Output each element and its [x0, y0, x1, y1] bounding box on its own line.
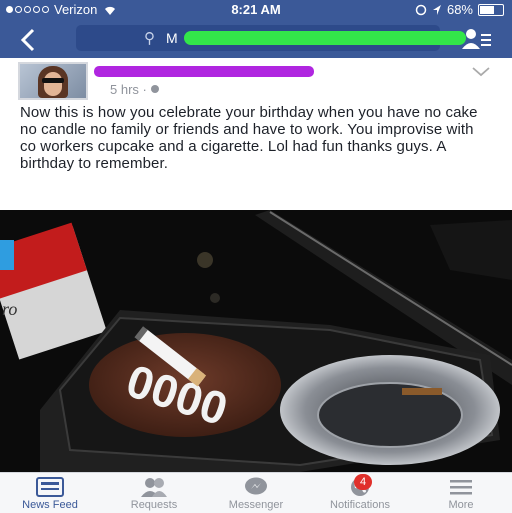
battery-icon — [478, 3, 504, 16]
avatar[interactable] — [18, 62, 88, 100]
tab-label: More — [448, 499, 474, 511]
feed-post: 5 hrs · Now this is how you celebrate yo… — [0, 58, 512, 210]
tab-label: Requests — [130, 499, 178, 511]
tab-news-feed[interactable]: News Feed — [4, 473, 96, 513]
post-body: Now this is how you celebrate your birth… — [20, 104, 478, 172]
svg-text:ro: ro — [2, 299, 17, 319]
post-timestamp: 5 hrs · — [110, 82, 160, 97]
tab-requests[interactable]: Requests — [108, 473, 200, 513]
search-query: M — [166, 30, 178, 46]
post-options-chevron-icon[interactable] — [472, 64, 490, 82]
globe-privacy-icon — [151, 85, 160, 93]
status-bar: Verizon 8:21 AM 68% — [0, 0, 512, 20]
location-arrow-icon — [432, 4, 441, 15]
tab-label: Notifications — [330, 499, 390, 511]
notification-badge: 4 — [354, 474, 372, 490]
status-right: 68% — [415, 2, 504, 17]
bottom-tab-bar: News Feed Requests Messenger 4 Notificat… — [0, 472, 512, 513]
tab-messenger[interactable]: Messenger — [210, 473, 302, 513]
alarm-icon — [415, 4, 427, 15]
chevron-left-icon — [20, 28, 35, 52]
messenger-icon — [245, 477, 267, 495]
tab-notifications[interactable]: 4 Notifications — [308, 473, 412, 513]
navigation-bar: ⚲ M — [0, 20, 512, 58]
post-photo[interactable]: ro 0000 — [0, 210, 512, 472]
menu-icon — [450, 480, 472, 495]
friends-list-icon[interactable] — [462, 28, 492, 50]
requests-icon — [141, 478, 167, 497]
redaction-mark — [184, 31, 466, 45]
tab-label: News Feed — [22, 499, 78, 511]
tab-label: Messenger — [228, 499, 284, 511]
search-input[interactable]: ⚲ M — [76, 25, 466, 51]
search-icon: ⚲ — [144, 30, 155, 47]
battery-percent: 68% — [446, 2, 473, 17]
ashtray — [280, 355, 500, 465]
author-name-redacted[interactable] — [94, 66, 314, 77]
tab-more[interactable]: More — [418, 473, 504, 513]
photo-scene: ro 0000 — [0, 210, 512, 472]
news-feed-icon — [36, 477, 64, 497]
back-button[interactable] — [20, 22, 36, 59]
